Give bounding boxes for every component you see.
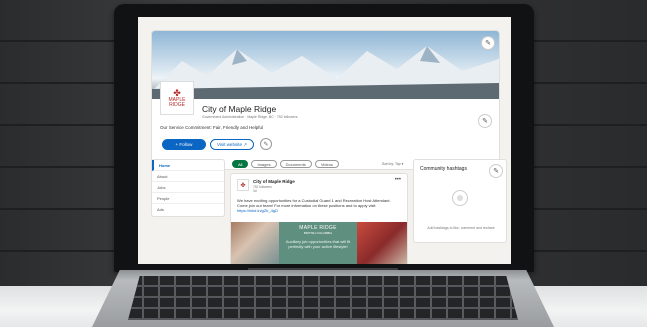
- nav-item-about[interactable]: About: [152, 171, 224, 182]
- post-image-region: BRITISH COLUMBIA: [303, 231, 333, 235]
- post-image[interactable]: MAPLE RIDGE BRITISH COLUMBIA Auxiliary j…: [231, 222, 407, 264]
- laptop-screen: ✎ ✤ MAPLE RIDGE City of Maple Ridge Gove…: [138, 17, 511, 264]
- post-body: We have exciting opportunities for a Cus…: [237, 198, 391, 213]
- post-image-photo-left: [231, 222, 279, 264]
- hashtag-placeholder-icon: [452, 190, 468, 206]
- post-image-photo-right: [357, 222, 407, 264]
- nav-item-ads[interactable]: Ads: [152, 204, 224, 215]
- side-navigation: Home About Jobs People Ads: [152, 160, 224, 216]
- filter-documents[interactable]: Documents: [279, 160, 312, 168]
- feed-post: ✤ City of Maple Ridge 752 followers 3d •…: [231, 174, 407, 264]
- filter-images[interactable]: Images: [251, 160, 277, 168]
- post-menu-icon[interactable]: •••: [395, 177, 401, 183]
- company-subtitle: Government Administration · Maple Ridge,…: [202, 115, 298, 119]
- nav-item-home[interactable]: Home: [152, 160, 224, 171]
- company-tagline: Our Service Commitment: Fair, Friendly a…: [160, 125, 264, 130]
- post-image-banner: MAPLE RIDGE BRITISH COLUMBIA Auxiliary j…: [279, 222, 357, 264]
- hashtags-title: Community hashtags: [420, 166, 467, 172]
- more-options-icon[interactable]: ✎: [260, 138, 272, 150]
- post-author-name[interactable]: City of Maple Ridge: [253, 179, 295, 184]
- filter-all[interactable]: All: [232, 160, 249, 168]
- post-link[interactable]: https://lnkd.in/gZk_4gD: [237, 208, 278, 213]
- follow-button[interactable]: + Follow: [162, 139, 206, 150]
- company-logo: ✤ MAPLE RIDGE: [160, 81, 194, 115]
- keyboard-rows: [128, 276, 518, 320]
- nav-item-people[interactable]: People: [152, 193, 224, 204]
- nav-item-jobs[interactable]: Jobs: [152, 182, 224, 193]
- post-age: 3d: [253, 189, 257, 193]
- cover-banner: ✎: [152, 31, 499, 99]
- post-filters: All Images Documents Videos: [232, 160, 339, 170]
- company-header-card: ✎ ✤ MAPLE RIDGE City of Maple Ridge Gove…: [152, 31, 499, 169]
- filter-videos[interactable]: Videos: [314, 160, 339, 168]
- edit-hashtags-icon[interactable]: ✎: [490, 165, 502, 177]
- company-name: City of Maple Ridge: [202, 104, 277, 114]
- edit-profile-icon[interactable]: ✎: [479, 115, 491, 127]
- sort-dropdown[interactable]: Sort by: Top ▾: [382, 162, 403, 166]
- mountain-illustration: [152, 46, 499, 99]
- edit-cover-icon[interactable]: ✎: [482, 37, 494, 49]
- hashtags-note: Add hashtags to like, comment and reshar…: [427, 226, 495, 230]
- visit-website-button[interactable]: Visit website ↗: [210, 139, 254, 150]
- post-author-avatar[interactable]: ✤: [237, 179, 249, 191]
- post-image-copy: Auxiliary job opportunities that will fi…: [285, 239, 351, 249]
- community-hashtags-panel: Community hashtags ✎ Add hashtags to lik…: [414, 160, 506, 242]
